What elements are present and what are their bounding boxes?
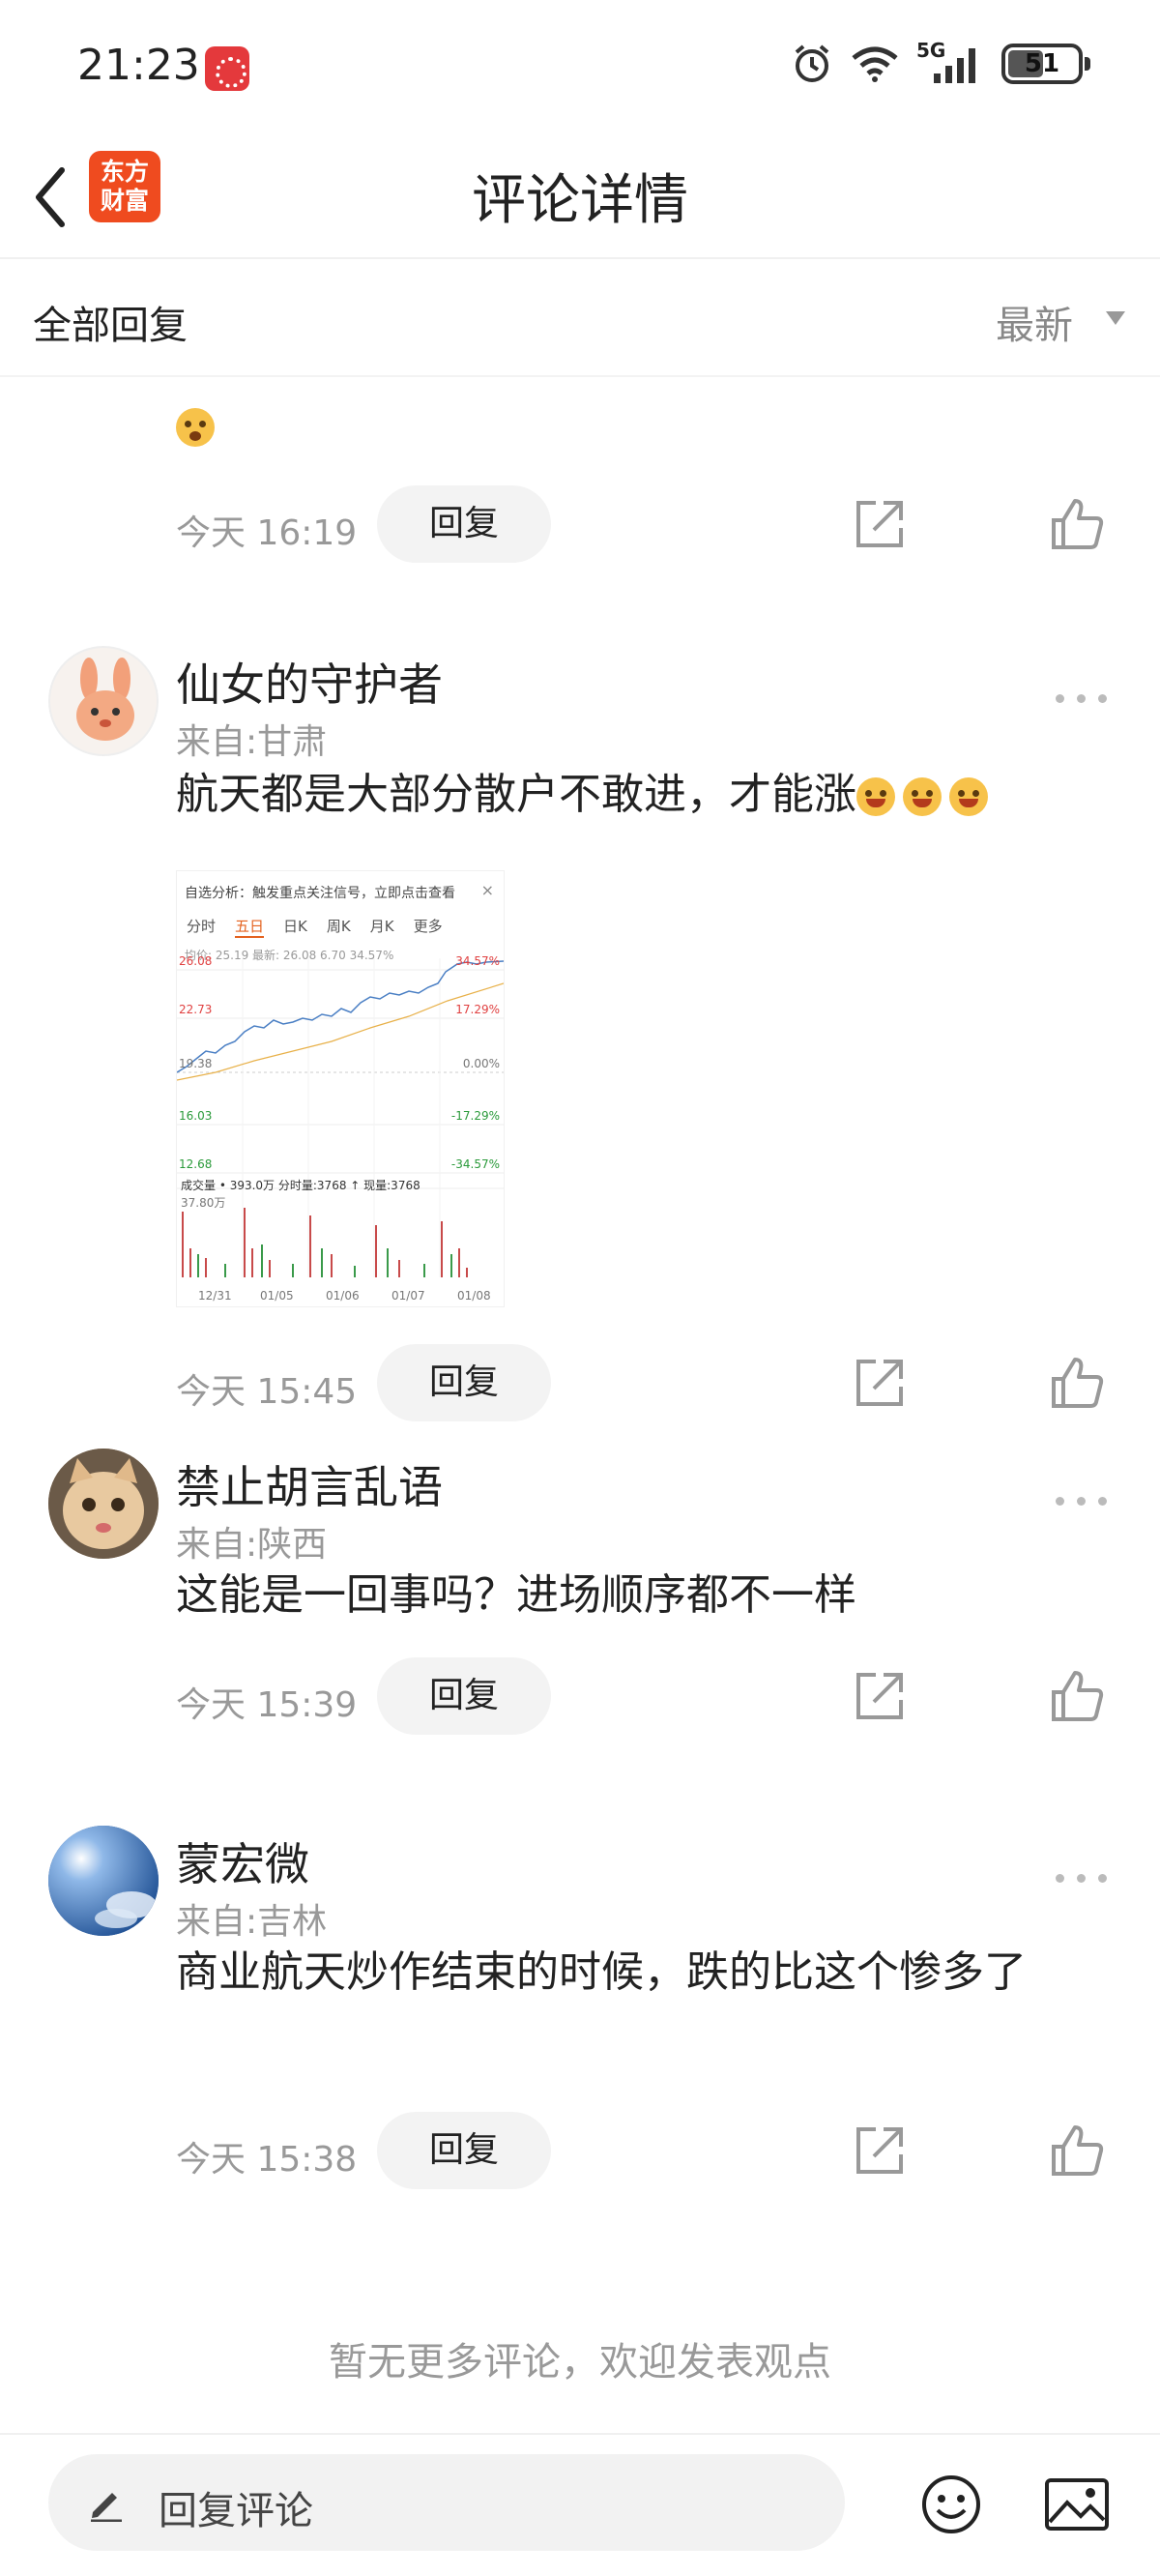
chart-tab: 更多 xyxy=(413,918,443,935)
price-label: 16.03 xyxy=(179,1109,213,1123)
comment-body: 商业航天炒作结束的时候，跌的比这个惨多了 xyxy=(176,1947,1027,1997)
battery-icon: 51 xyxy=(1001,44,1090,84)
dizzy-emoji-icon xyxy=(176,408,215,447)
no-more-comments: 暂无更多评论，欢迎发表观点 xyxy=(329,2340,831,2385)
emoji-icon[interactable] xyxy=(920,2474,982,2535)
reply-button[interactable]: 回复 xyxy=(377,2112,551,2189)
laughing-emoji-icon xyxy=(903,777,942,816)
price-label: 19.38 xyxy=(179,1057,213,1070)
image-icon[interactable] xyxy=(1044,2477,1110,2532)
cellular-signal-icon: 5G xyxy=(916,39,984,85)
chart-tab: 日K xyxy=(283,918,307,935)
volume-max: 37.80万 xyxy=(181,1196,226,1210)
chart-tab: 周K xyxy=(326,918,351,935)
share-icon[interactable] xyxy=(853,1356,907,1410)
date-label: 01/08 xyxy=(457,1289,491,1303)
status-bar: 21:23 5G 51 xyxy=(0,0,1160,135)
avatar[interactable] xyxy=(48,1449,159,1559)
comment-item: 禁止胡言乱语 来自:陕西 这能是一回事吗？进场顺序都不一样 今天 15:39 回… xyxy=(0,1449,1160,1826)
battery-level: 51 xyxy=(1024,49,1060,78)
comment-item: 仙女的守护者 来自:甘肃 航天都是大部分散户不敢进，才能涨 自选分析：触发重点关… xyxy=(0,600,1160,1421)
comment-username[interactable]: 禁止胡言乱语 xyxy=(176,1452,443,1516)
avatar[interactable] xyxy=(48,1826,159,1936)
caret-down-icon[interactable] xyxy=(1106,311,1125,325)
percent-label: 0.00% xyxy=(462,1057,500,1070)
price-label: 26.08 xyxy=(179,954,213,968)
thumbs-up-icon[interactable] xyxy=(1048,2122,1106,2180)
comment-time: 今天 15:39 xyxy=(176,1685,358,1725)
bunny-avatar-icon xyxy=(76,658,134,741)
thumbs-up-icon[interactable] xyxy=(1048,495,1106,553)
percent-label: -17.29% xyxy=(450,1109,500,1123)
comment-actions: 今天 15:38 回复 xyxy=(176,2112,1123,2189)
comment-item: 蒙宏微 来自:吉林 商业航天炒作结束的时候，跌的比这个惨多了 今天 15:38 … xyxy=(0,1826,1160,2280)
price-label: 12.68 xyxy=(179,1157,213,1171)
cat-avatar-icon xyxy=(48,1449,159,1559)
reply-button[interactable]: 回复 xyxy=(377,1344,551,1421)
laughing-emoji-icon xyxy=(856,777,895,816)
comment-text: 航天都是大部分散户不敢进，才能涨 xyxy=(176,756,1104,834)
pencil-icon xyxy=(91,2493,122,2522)
stock-chart-image[interactable]: 自选分析：触发重点关注信号，立即点击查看 × 分时 五日 日K 周K 月K 更多… xyxy=(176,870,505,1307)
date-label: 01/07 xyxy=(392,1289,425,1303)
notification-app-icon xyxy=(205,46,249,91)
chart-tabs: 分时 五日 日K 周K 月K 更多 xyxy=(187,916,443,938)
chart-banner: 自选分析：触发重点关注信号，立即点击查看 xyxy=(185,886,455,901)
share-icon[interactable] xyxy=(853,1669,907,1723)
more-options-icon[interactable] xyxy=(1056,1491,1110,1510)
thumbs-up-icon[interactable] xyxy=(1048,1667,1106,1725)
laughing-emoji-icon xyxy=(949,777,988,816)
sort-dropdown[interactable]: 最新 xyxy=(996,294,1073,350)
comment-time: 今天 15:38 xyxy=(176,2140,358,2180)
reply-button[interactable]: 回复 xyxy=(377,485,551,563)
percent-label: -34.57% xyxy=(450,1157,500,1171)
comment-body: 航天都是大部分散户不敢进，才能涨 xyxy=(176,770,856,819)
status-icons: 5G 51 xyxy=(791,39,1090,85)
volume-info: 成交量 • 393.0万 分时量:3768 ↑ 现量:3768 xyxy=(181,1179,420,1192)
price-label: 22.73 xyxy=(179,1003,213,1016)
percent-label: 17.29% xyxy=(455,1003,500,1016)
date-label: 12/31 xyxy=(198,1289,232,1303)
comment-list: 今天 16:19 回复 仙女的守护者 来自:甘肃 航天都是大部分散户不敢进，才能… xyxy=(0,377,1160,2280)
share-icon[interactable] xyxy=(853,497,907,551)
percent-label: 34.57% xyxy=(455,954,500,968)
date-label: 01/05 xyxy=(260,1289,294,1303)
alarm-icon xyxy=(795,44,829,82)
filter-bar: 全部回复 最新 xyxy=(0,261,1160,377)
comment-time: 今天 16:19 xyxy=(176,513,358,553)
sky-avatar-icon xyxy=(48,1826,159,1936)
share-icon[interactable] xyxy=(853,2123,907,2178)
comment-partial: 今天 16:19 回复 xyxy=(0,377,1160,600)
bottom-bar: 回复评论 xyxy=(0,2433,1160,2576)
comment-actions: 今天 16:19 回复 xyxy=(176,485,1123,563)
reply-placeholder: 回复评论 xyxy=(159,2489,313,2533)
chart-tab-active: 五日 xyxy=(235,916,265,938)
all-replies-label: 全部回复 xyxy=(33,304,188,348)
more-options-icon[interactable] xyxy=(1056,1868,1110,1888)
comment-body: 这能是一回事吗？进场顺序都不一样 xyxy=(176,1570,856,1620)
thumbs-up-icon[interactable] xyxy=(1048,1354,1106,1412)
status-time: 21:23 xyxy=(77,41,200,90)
page-title: 评论详情 xyxy=(472,169,688,232)
reply-button[interactable]: 回复 xyxy=(377,1657,551,1735)
comment-actions: 今天 15:45 回复 xyxy=(176,1344,1123,1421)
close-icon: × xyxy=(480,881,494,899)
reply-comment-input[interactable]: 回复评论 xyxy=(48,2454,845,2551)
comment-username[interactable]: 仙女的守护者 xyxy=(176,650,443,714)
comment-time: 今天 15:45 xyxy=(176,1372,358,1412)
wifi-icon xyxy=(852,46,898,82)
comment-actions: 今天 15:39 回复 xyxy=(176,1657,1123,1735)
more-options-icon[interactable] xyxy=(1056,688,1110,708)
chart-tab: 月K xyxy=(369,918,394,935)
avatar[interactable] xyxy=(48,646,159,756)
comment-username[interactable]: 蒙宏微 xyxy=(176,1830,309,1893)
date-label: 01/06 xyxy=(326,1289,360,1303)
app-header: 东方 财富 评论详情 xyxy=(0,135,1160,259)
chart-tab: 分时 xyxy=(187,918,217,935)
